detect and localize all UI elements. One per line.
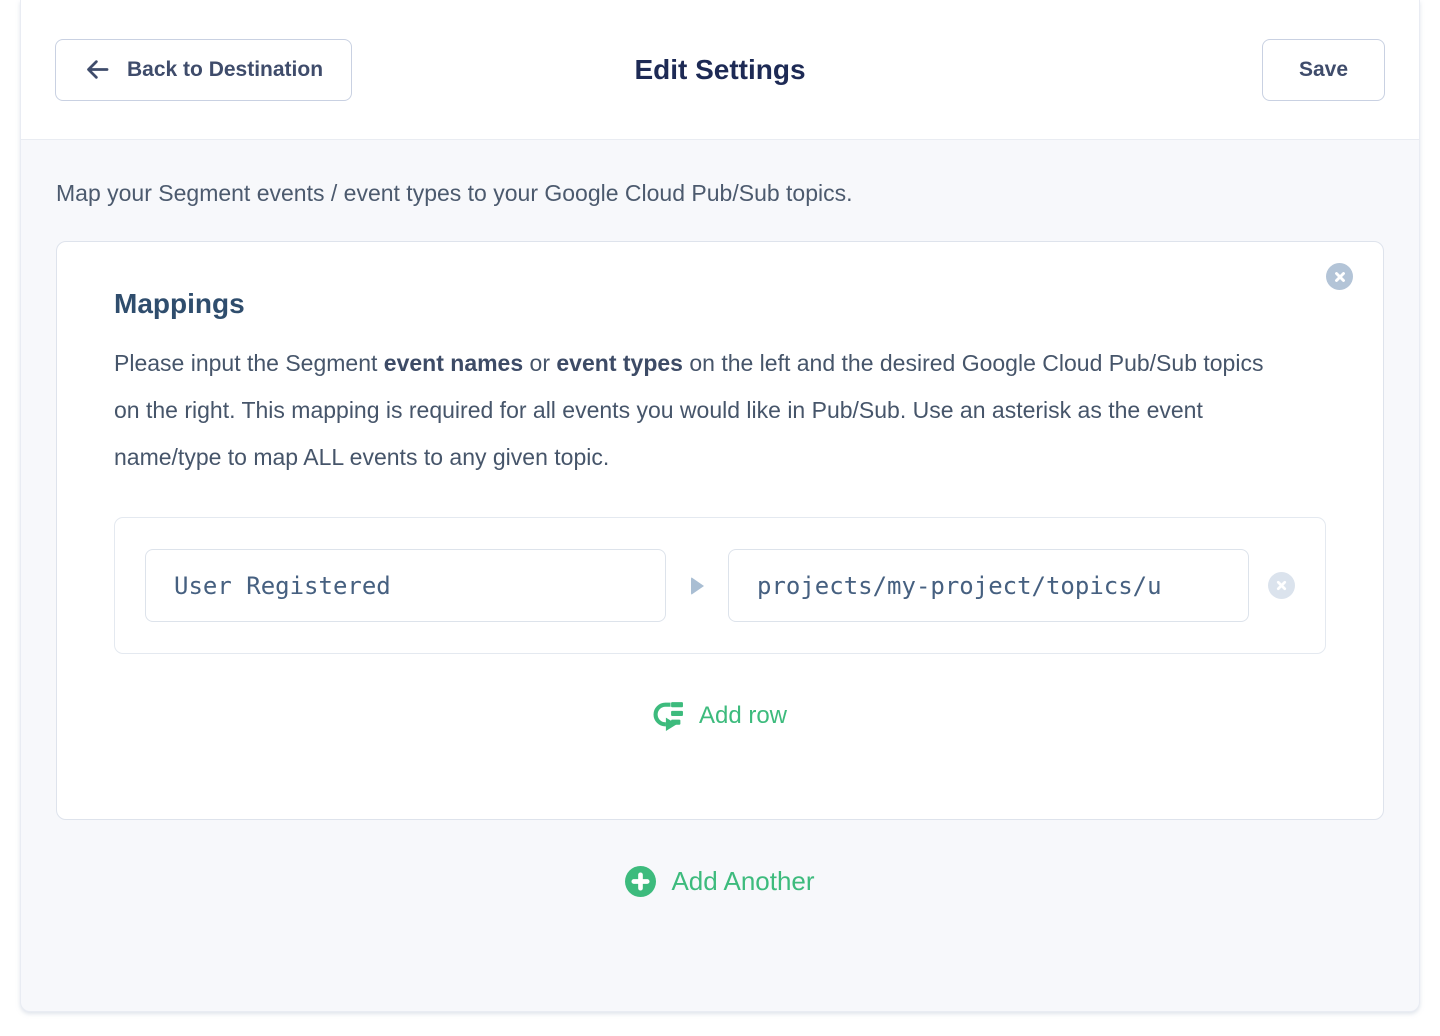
- intro-text: Map your Segment events / event types to…: [56, 178, 1384, 208]
- settings-body: Map your Segment events / event types to…: [21, 140, 1419, 1011]
- topic-input[interactable]: [728, 549, 1249, 622]
- save-button[interactable]: Save: [1262, 39, 1385, 101]
- event-name-input[interactable]: [145, 549, 666, 622]
- bold-event-types: event types: [556, 350, 683, 376]
- close-icon[interactable]: [1326, 263, 1353, 290]
- insert-row-icon: [653, 700, 684, 731]
- add-row-button[interactable]: Add row: [114, 700, 1326, 731]
- plus-circle-icon: [625, 866, 656, 897]
- back-button-label: Back to Destination: [127, 58, 323, 82]
- back-to-destination-button[interactable]: Back to Destination: [55, 39, 352, 101]
- mapping-row: [114, 517, 1326, 654]
- bold-event-names: event names: [384, 350, 523, 376]
- card-description: Please input the Segment event names or …: [114, 340, 1284, 481]
- add-row-label: Add row: [699, 702, 787, 730]
- card-title: Mappings: [114, 288, 1326, 320]
- arrow-left-icon: [84, 56, 111, 83]
- header-bar: Back to Destination Edit Settings Save: [21, 0, 1419, 140]
- add-another-button[interactable]: Add Another: [56, 866, 1384, 897]
- mappings-card: Mappings Please input the Segment event …: [56, 241, 1384, 820]
- save-button-label: Save: [1299, 58, 1348, 82]
- triangle-right-icon: [666, 577, 728, 595]
- remove-row-icon[interactable]: [1268, 572, 1295, 599]
- add-another-label: Add Another: [671, 866, 814, 897]
- settings-panel: Back to Destination Edit Settings Save M…: [20, 0, 1420, 1012]
